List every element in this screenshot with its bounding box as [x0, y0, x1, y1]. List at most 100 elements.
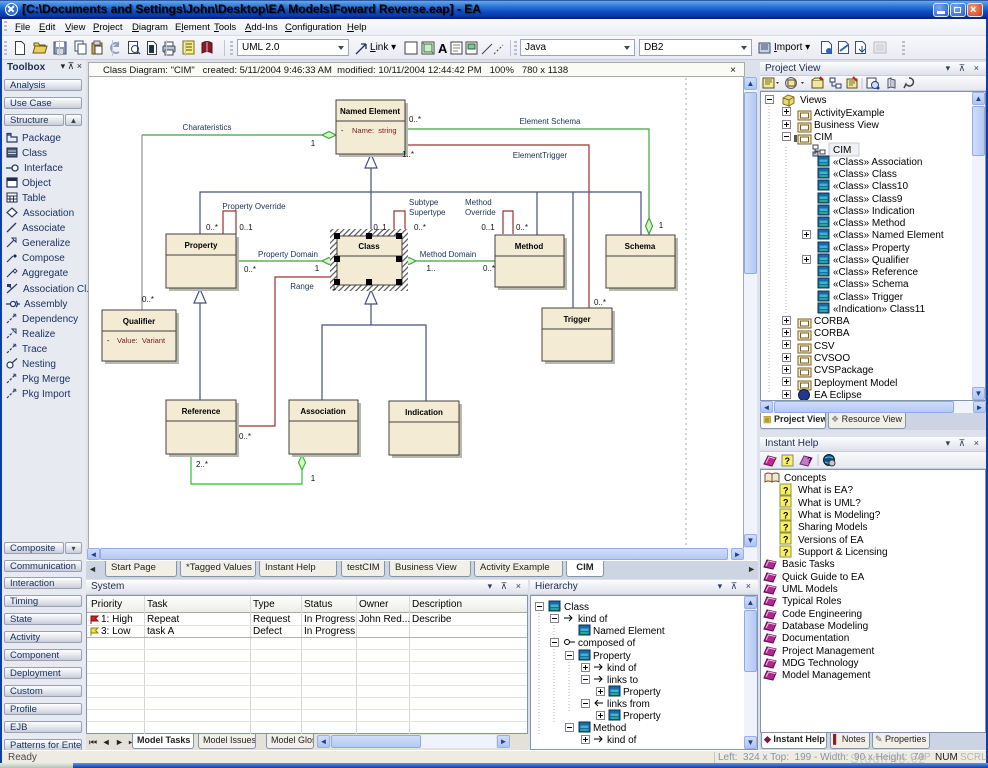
- svg-text:What is Modeling?: What is Modeling?: [798, 510, 881, 521]
- svg-text:A: A: [438, 41, 448, 56]
- svg-text:Subtype: Subtype: [409, 198, 439, 207]
- svg-text:Schema: Schema: [625, 242, 656, 251]
- svg-text:Range: Range: [290, 282, 314, 291]
- svg-text:1..: 1..: [427, 264, 436, 273]
- svg-text:1..*: 1..*: [402, 150, 414, 159]
- svg-text:links to: links to: [607, 675, 639, 686]
- svg-text:Override: Override: [465, 208, 496, 217]
- svg-text:1: 1: [332, 283, 337, 292]
- svg-text:Named Element: Named Element: [593, 626, 665, 637]
- svg-text:links from: links from: [607, 699, 650, 710]
- svg-text:Basic Tasks: Basic Tasks: [782, 559, 835, 570]
- svg-text:Method Domain: Method Domain: [420, 250, 476, 259]
- svg-text:0..*: 0..*: [142, 295, 154, 304]
- svg-text:Database Modeling: Database Modeling: [782, 621, 868, 632]
- svg-text:Property Domain: Property Domain: [258, 250, 318, 259]
- svg-text:composed of: composed of: [578, 638, 635, 649]
- svg-text:0..*: 0..*: [414, 223, 426, 232]
- svg-text:Property: Property: [593, 651, 631, 662]
- svg-text:«Class» Reference: «Class» Reference: [833, 267, 918, 278]
- svg-text:Code Engineering: Code Engineering: [782, 609, 862, 620]
- svg-text:Trigger: Trigger: [563, 315, 590, 324]
- svg-text:What is UML?: What is UML?: [798, 498, 861, 509]
- svg-text:Support & Licensing: Support & Licensing: [798, 547, 888, 558]
- svg-text:Sharing Models: Sharing Models: [798, 522, 867, 533]
- svg-text:0..*: 0..*: [409, 115, 421, 124]
- svg-text:Method: Method: [515, 242, 544, 251]
- svg-text:Property: Property: [623, 711, 661, 722]
- svg-text:Method: Method: [465, 198, 492, 207]
- svg-text:1: 1: [311, 474, 316, 483]
- svg-text:Supertype: Supertype: [409, 208, 446, 217]
- svg-text:MDG Technology: MDG Technology: [782, 658, 859, 669]
- svg-text:kind of: kind of: [607, 663, 637, 674]
- svg-text:«Class» Association: «Class» Association: [833, 157, 923, 168]
- svg-text:Deployment Model: Deployment Model: [814, 378, 897, 389]
- svg-text:Typical Roles: Typical Roles: [782, 596, 841, 607]
- svg-text:Value: Variant: Value: Variant: [117, 336, 166, 345]
- svg-text:0..*: 0..*: [239, 432, 251, 441]
- svg-text:Concepts: Concepts: [784, 473, 826, 484]
- svg-text:0..*: 0..*: [516, 223, 528, 232]
- svg-text:Charateristics: Charateristics: [183, 123, 232, 132]
- svg-text:Named Element: Named Element: [340, 107, 400, 116]
- svg-text:Class: Class: [358, 242, 380, 251]
- svg-text:CIM: CIM: [814, 132, 832, 143]
- svg-text:Quick Guide to EA: Quick Guide to EA: [782, 572, 865, 583]
- svg-text:«Class» Property: «Class» Property: [833, 243, 910, 254]
- svg-text:0..*: 0..*: [594, 298, 606, 307]
- svg-text:?: ?: [785, 456, 791, 466]
- svg-text:0..1: 0..1: [373, 223, 387, 232]
- svg-text:?: ?: [807, 456, 812, 465]
- svg-text:«Class» Qualifier: «Class» Qualifier: [833, 255, 910, 266]
- svg-text:«Indication» Class11: «Indication» Class11: [833, 304, 926, 315]
- svg-text:«Class» Method: «Class» Method: [833, 218, 905, 229]
- svg-text:0..1: 0..1: [481, 223, 495, 232]
- svg-text:«Class» Trigger: «Class» Trigger: [833, 292, 904, 303]
- svg-text:Name: string: Name: string: [352, 126, 397, 135]
- svg-text:Reference: Reference: [182, 407, 221, 416]
- svg-text:Versions of EA: Versions of EA: [798, 535, 864, 546]
- svg-text:Property: Property: [623, 687, 661, 698]
- svg-text:0..*: 0..*: [244, 265, 256, 274]
- svg-text:Property Override: Property Override: [222, 202, 286, 211]
- svg-text:«Class» Class: «Class» Class: [833, 169, 897, 180]
- svg-text:Class: Class: [564, 602, 589, 613]
- svg-text:kind of: kind of: [578, 614, 608, 625]
- svg-text:UML Models: UML Models: [782, 584, 838, 595]
- svg-text:Element Schema: Element Schema: [520, 117, 581, 126]
- svg-text:Business View: Business View: [814, 120, 880, 131]
- svg-text:Documentation: Documentation: [782, 633, 849, 644]
- svg-text:0..*: 0..*: [483, 264, 495, 273]
- svg-text:Property: Property: [185, 241, 218, 250]
- svg-text:Model Management: Model Management: [782, 670, 871, 681]
- svg-text:1: 1: [659, 221, 664, 230]
- svg-text:«Class» Class10: «Class» Class10: [833, 181, 908, 192]
- svg-text:1: 1: [311, 139, 316, 148]
- svg-text:Method: Method: [593, 723, 626, 734]
- svg-text:0..*: 0..*: [206, 223, 218, 232]
- svg-text:kind of: kind of: [607, 735, 637, 746]
- svg-text:«Class» Schema: «Class» Schema: [833, 279, 909, 290]
- svg-text:Association: Association: [300, 407, 345, 416]
- svg-text:Views: Views: [800, 95, 827, 106]
- svg-text:What is EA?: What is EA?: [798, 485, 853, 496]
- svg-text:«Class» Named Element: «Class» Named Element: [833, 230, 944, 241]
- svg-text:2..*: 2..*: [196, 460, 208, 469]
- svg-text:ActivityExample: ActivityExample: [814, 108, 885, 119]
- svg-text:CVSPackage: CVSPackage: [814, 365, 874, 376]
- svg-text:Project Management: Project Management: [782, 646, 874, 657]
- svg-text:1: 1: [315, 264, 320, 273]
- svg-text:CORBA: CORBA: [814, 316, 850, 327]
- svg-text:ElementTrigger: ElementTrigger: [513, 151, 568, 160]
- svg-text:CSV: CSV: [814, 341, 835, 352]
- svg-text:0..1: 0..1: [239, 223, 253, 232]
- svg-text:Indication: Indication: [405, 408, 443, 417]
- svg-text:«Class» Indication: «Class» Indication: [833, 206, 915, 217]
- svg-text:CORBA: CORBA: [814, 328, 850, 339]
- svg-text:Qualifier: Qualifier: [123, 317, 155, 326]
- svg-text:EA Eclipse: EA Eclipse: [814, 390, 862, 400]
- svg-text:CVSOO: CVSOO: [814, 353, 850, 364]
- svg-text:CIM: CIM: [833, 145, 851, 156]
- svg-text:«Class» Class9: «Class» Class9: [833, 194, 903, 205]
